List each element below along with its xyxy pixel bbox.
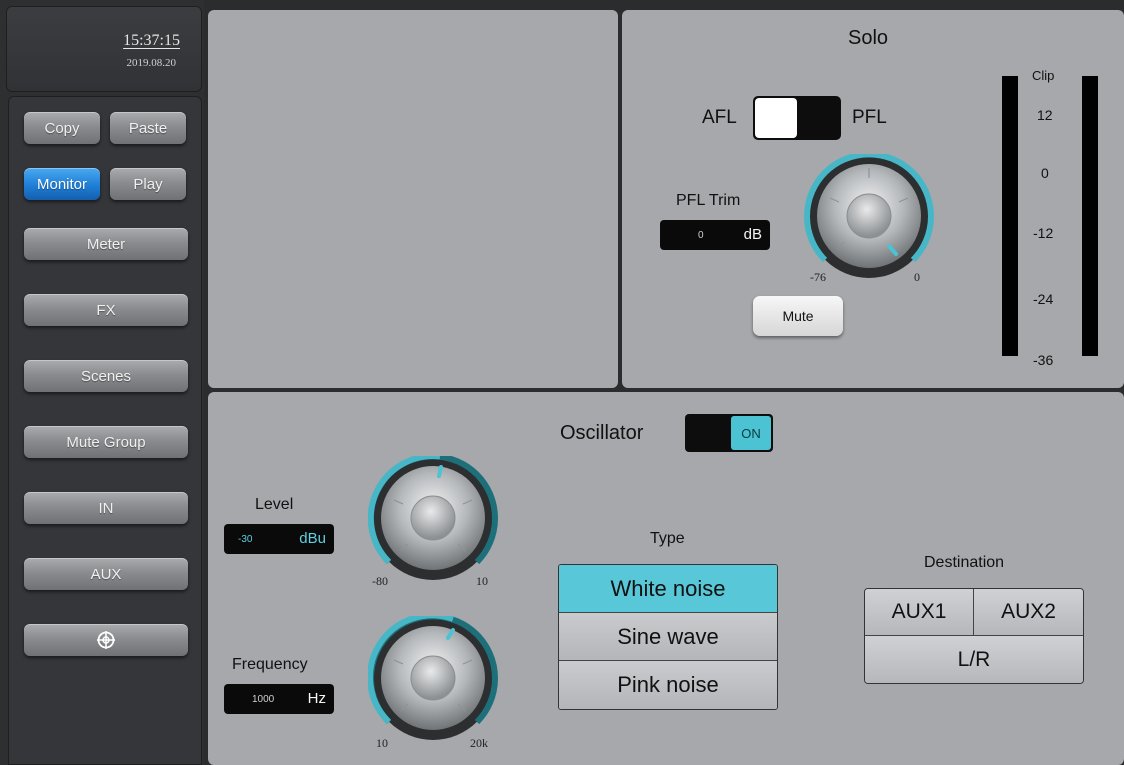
pfl-label: PFL xyxy=(852,107,887,128)
pfl-knob-min: -76 xyxy=(810,270,826,284)
pfl-trim-value: 0 xyxy=(698,230,704,241)
level-value: -30 xyxy=(238,534,253,545)
monitor-button[interactable]: Monitor xyxy=(24,168,100,200)
pfl-trim-knob[interactable] xyxy=(804,151,934,284)
paste-button[interactable]: Paste xyxy=(110,112,186,144)
aux-button[interactable]: AUX xyxy=(24,558,188,590)
level-knob-max: 10 xyxy=(476,574,488,588)
fx-button[interactable]: FX xyxy=(24,294,188,326)
oscillator-toggle[interactable]: ON xyxy=(685,414,773,452)
type-option-white-noise[interactable]: White noise xyxy=(559,565,777,613)
type-selector: White noise Sine wave Pink noise xyxy=(558,564,778,710)
scenes-button[interactable]: Scenes xyxy=(24,360,188,392)
meter-bar-left xyxy=(1002,76,1018,356)
mute-group-button[interactable]: Mute Group xyxy=(24,426,188,458)
clock-date: 2019.08.20 xyxy=(126,57,177,69)
frequency-label: Frequency xyxy=(232,656,308,673)
afl-label: AFL xyxy=(702,107,737,128)
toggle-knob xyxy=(755,98,797,138)
pfl-trim-label: PFL Trim xyxy=(676,192,741,209)
destination-label: Destination xyxy=(924,554,1005,571)
frequency-value: 1000 xyxy=(252,694,275,705)
oscillator-title: Oscillator xyxy=(560,422,644,444)
meter-tick: 0 xyxy=(1041,165,1049,181)
sidebar: 15:37:15 2019.08.20 Copy Paste Monitor P… xyxy=(0,0,204,765)
in-button[interactable]: IN xyxy=(24,492,188,524)
level-knob-graphic xyxy=(367,453,498,580)
destination-aux1[interactable]: AUX1 xyxy=(865,589,974,636)
meter-bar-right xyxy=(1082,76,1098,356)
blank-panel xyxy=(208,10,618,388)
meter-tick: -24 xyxy=(1033,291,1054,307)
level-knob[interactable] xyxy=(367,453,498,586)
frequency-knob-max: 20k xyxy=(470,736,488,750)
solo-panel: Solo AFL PFL PFL Trim 0 dB -76 0 Mute Cl… xyxy=(622,10,1124,388)
level-label: Level xyxy=(255,496,294,513)
oscillator-panel: Oscillator ON Level -30 dBu -80 10 Frequ… xyxy=(208,392,1124,765)
level-readout[interactable]: -30 dBu xyxy=(224,524,334,554)
afl-pfl-toggle[interactable] xyxy=(753,96,841,140)
target-button[interactable] xyxy=(24,624,188,656)
frequency-knob[interactable] xyxy=(367,612,498,746)
meter-button[interactable]: Meter xyxy=(24,228,188,260)
pfl-trim-unit: dB xyxy=(743,226,762,243)
copy-button[interactable]: Copy xyxy=(24,112,100,144)
meter-tick: -12 xyxy=(1033,225,1054,241)
destination-lr[interactable]: L/R xyxy=(865,636,1083,683)
meter-clip-label: Clip xyxy=(1032,68,1055,83)
mute-button[interactable]: Mute xyxy=(753,296,843,336)
crosshair-icon xyxy=(97,631,115,649)
destination-selector: AUX1 AUX2 L/R xyxy=(864,588,1084,684)
frequency-knob-graphic xyxy=(367,612,498,740)
level-unit: dBu xyxy=(299,530,326,547)
type-label: Type xyxy=(650,530,685,547)
frequency-unit: Hz xyxy=(307,690,326,707)
oscillator-on-label: ON xyxy=(731,416,771,450)
level-knob-min: -80 xyxy=(372,574,388,588)
clock-time: 15:37:15 xyxy=(123,32,180,49)
frequency-knob-min: 10 xyxy=(376,736,388,750)
solo-title: Solo xyxy=(848,27,889,49)
frequency-readout[interactable]: 1000 Hz xyxy=(224,684,334,714)
pfl-trim-readout[interactable]: 0 dB xyxy=(660,220,770,250)
meter-tick: -36 xyxy=(1033,352,1054,368)
type-option-pink-noise[interactable]: Pink noise xyxy=(559,661,777,709)
type-option-sine-wave[interactable]: Sine wave xyxy=(559,613,777,661)
pfl-knob-max: 0 xyxy=(914,270,920,284)
pfl-trim-knob-graphic xyxy=(804,151,934,278)
play-button[interactable]: Play xyxy=(110,168,186,200)
clock-panel: 15:37:15 2019.08.20 xyxy=(6,6,202,92)
destination-aux2[interactable]: AUX2 xyxy=(974,589,1083,636)
meter-tick: 12 xyxy=(1037,107,1053,123)
